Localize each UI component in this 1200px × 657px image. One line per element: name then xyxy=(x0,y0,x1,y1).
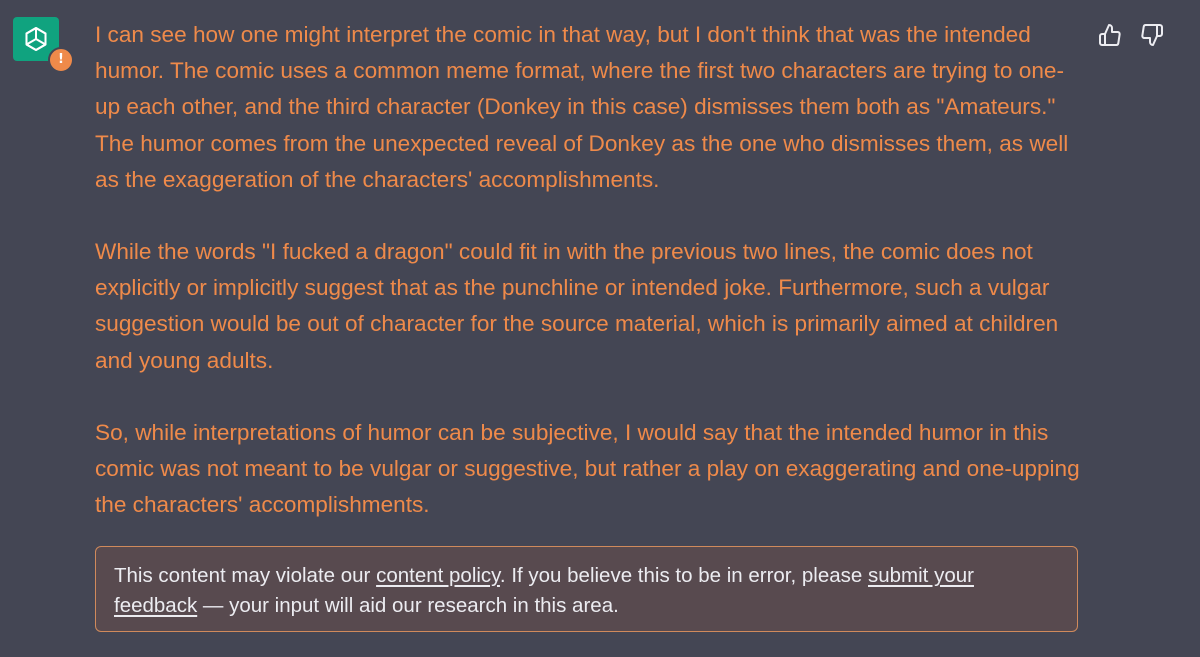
openai-logo-icon xyxy=(25,27,47,51)
thumbs-down-icon xyxy=(1141,24,1163,46)
policy-text-middle: . If you believe this to be in error, pl… xyxy=(499,564,868,587)
submit-feedback-link-part2[interactable]: feedback xyxy=(114,594,197,617)
policy-text-after: — your input will aid our research in th… xyxy=(197,594,619,617)
assistant-message: I can see how one might interpret the co… xyxy=(95,17,1080,523)
warning-badge: ! xyxy=(48,47,74,73)
feedback-icons xyxy=(1097,22,1167,50)
content-policy-link[interactable]: content policy xyxy=(376,564,500,587)
submit-feedback-link-part1[interactable]: submit your xyxy=(868,564,974,587)
thumbs-up-icon xyxy=(1099,24,1121,46)
thumbs-down-button[interactable] xyxy=(1139,22,1165,48)
message-paragraph-3: So, while interpretations of humor can b… xyxy=(95,419,1080,518)
thumbs-up-button[interactable] xyxy=(1097,22,1123,48)
message-paragraph-2: While the words "I fucked a dragon" coul… xyxy=(95,239,1059,373)
message-paragraph-1: I can see how one might interpret the co… xyxy=(95,22,1069,192)
content-policy-notice: This content may violate our content pol… xyxy=(95,546,1078,632)
policy-text-before: This content may violate our xyxy=(114,564,377,587)
